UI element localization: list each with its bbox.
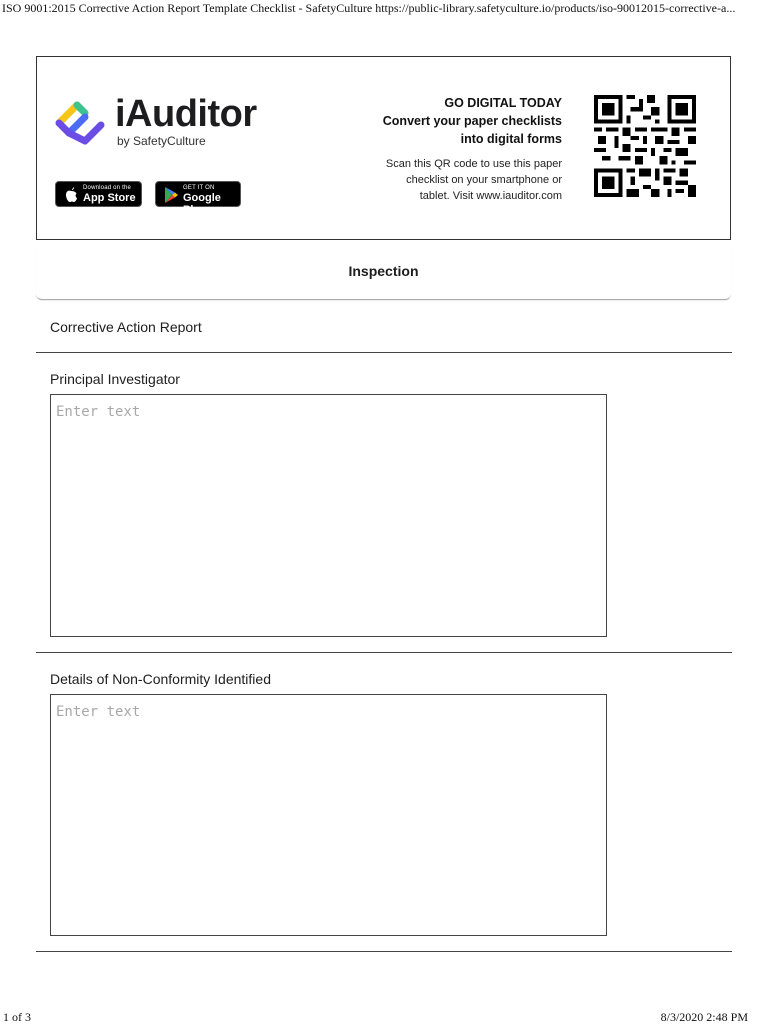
promo-line-1: Convert your paper checklists [382,114,562,128]
scan-line-2: checklist on your smartphone or [406,174,562,186]
non-conformity-details-placeholder: Enter text [56,704,141,720]
qr-code-icon [594,95,696,197]
promo-text: GO DIGITAL TODAY Convert your paper chec… [322,94,562,204]
print-footer: 1 of 3 8/3/2020 2:48 PM [0,1010,768,1024]
apple-icon [66,187,77,202]
inspection-header: Inspection [36,246,731,300]
inspection-title: Inspection [348,263,419,279]
promo-heading: GO DIGITAL TODAY [444,96,562,110]
scan-line-1: Scan this QR code to use this paper [385,158,562,170]
promo-line-2: into digital forms [460,132,562,146]
google-play-small-label: GET IT ON [183,185,215,191]
scan-line-3: tablet. Visit www.iauditor.com [419,190,562,202]
field-divider [36,652,732,653]
principal-investigator-placeholder: Enter text [56,404,141,420]
section-title: Corrective Action Report [50,319,202,335]
promo-banner: iAuditor by SafetyCulture Download on th… [36,56,731,240]
print-datetime: 8/3/2020 2:48 PM [660,1010,748,1024]
iauditor-logo-icon [55,101,105,145]
principal-investigator-label: Principal Investigator [50,371,180,387]
principal-investigator-input[interactable]: Enter text [50,394,607,637]
section-divider [36,352,732,353]
app-store-label: App Store [83,192,136,204]
non-conformity-details-input[interactable]: Enter text [50,694,607,936]
page-number: 1 of 3 [3,1010,31,1024]
print-header: ISO 9001:2015 Corrective Action Report T… [2,1,736,15]
non-conformity-details-label: Details of Non-Conformity Identified [50,671,271,687]
brand-subtitle: by SafetyCulture [117,134,206,148]
google-play-label: Google Play [183,192,221,216]
app-store-small-label: Download on the [83,185,132,191]
brand-name: iAuditor [115,93,257,135]
app-store-button[interactable]: Download on the App Store [55,181,142,207]
google-play-icon [165,187,178,203]
google-play-button[interactable]: GET IT ON Google Play [155,181,241,216]
field-divider [36,951,732,952]
